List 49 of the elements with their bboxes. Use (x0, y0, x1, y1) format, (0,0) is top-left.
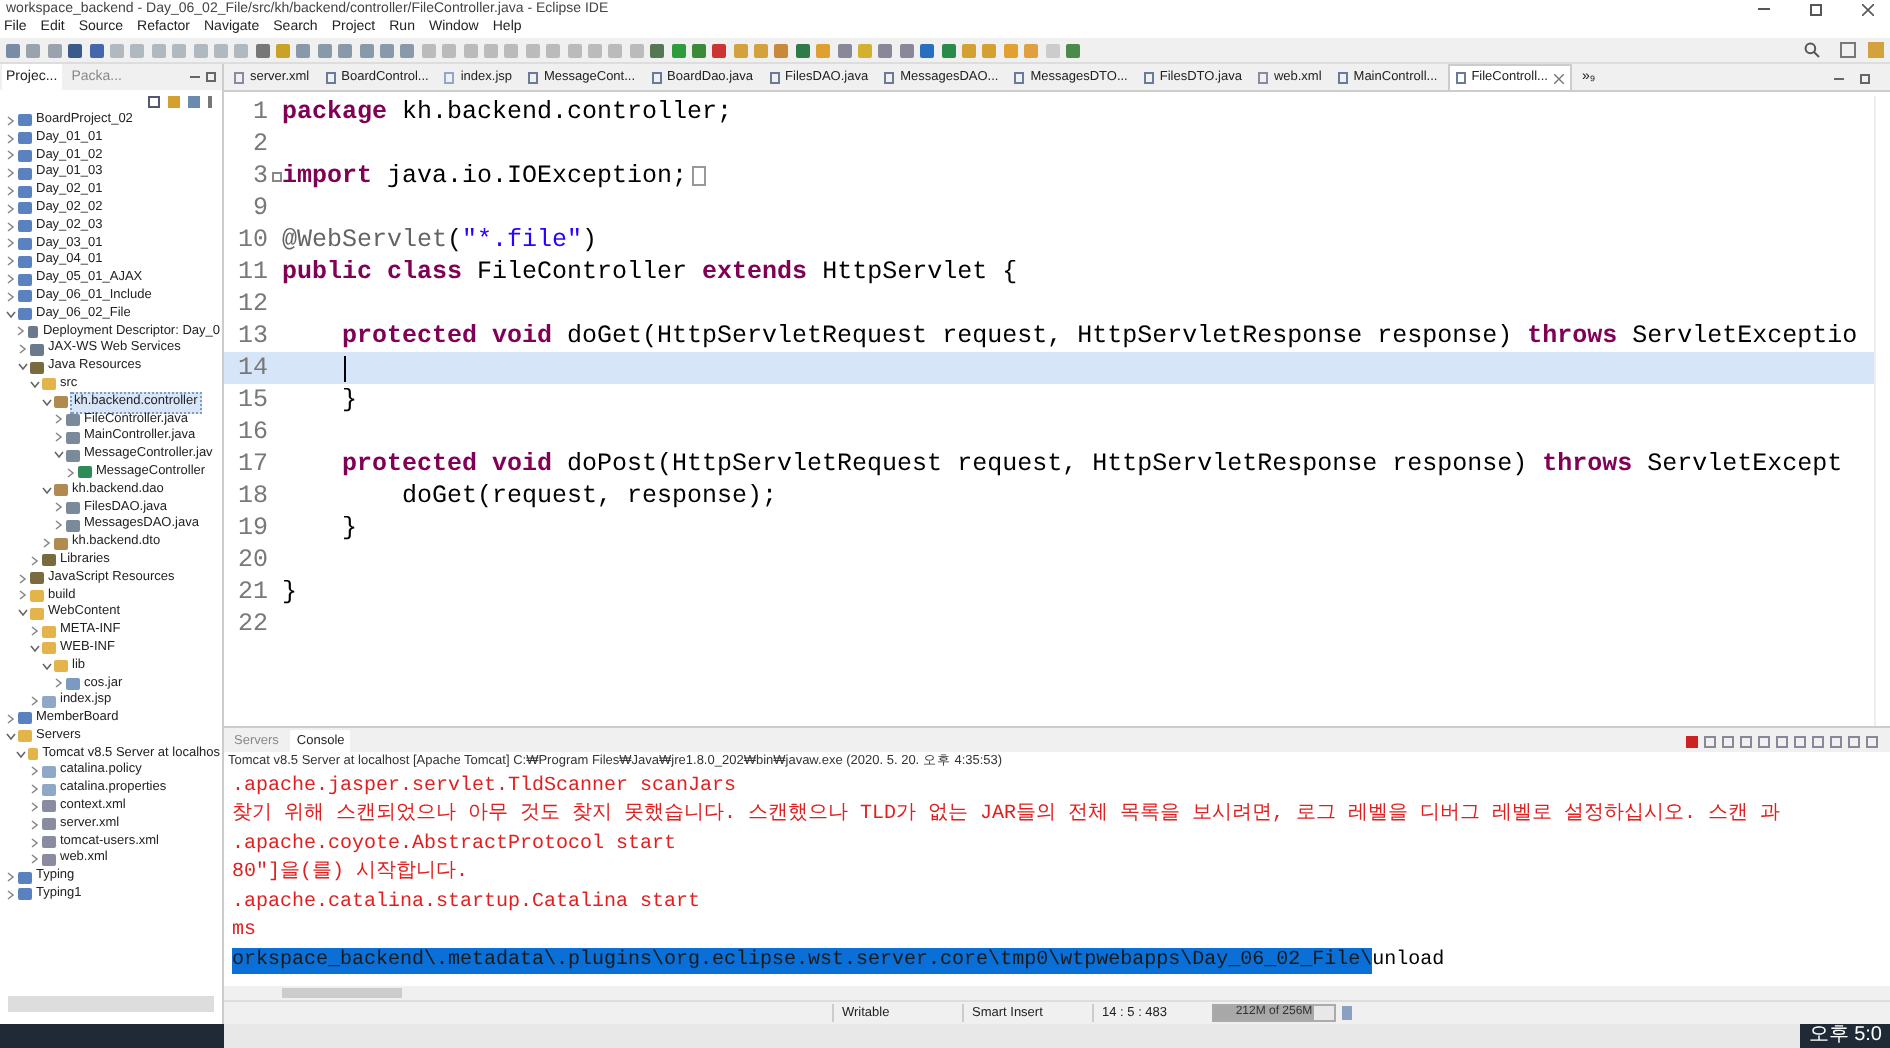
code-line: } (340, 384, 358, 416)
code-line: doGet(request, response); (400, 480, 778, 512)
line-number: 17 (235, 447, 270, 482)
line-number: 10 (235, 223, 270, 258)
line-number: 2 (250, 127, 270, 162)
line-number: 3 (250, 159, 270, 194)
perspective-icon[interactable] (1839, 42, 1856, 58)
code-line: @WebServlet("*.file") (282, 224, 598, 256)
text-cursor (344, 355, 346, 381)
code-line: } (340, 512, 358, 544)
line-number: 12 (235, 287, 270, 322)
line-number: 15 (235, 383, 270, 418)
folded-code-marker-icon[interactable] (691, 166, 706, 186)
search-icon[interactable] (1804, 42, 1821, 58)
maximize-icon[interactable] (206, 72, 216, 82)
line-number: 20 (235, 543, 270, 578)
code-line: package kh.backend.controller; (282, 96, 733, 128)
console-line: .apache.catalina.startup.Catalina start (232, 889, 701, 916)
code-line: } (282, 576, 298, 608)
code-line: import java.io.IOException; (282, 160, 688, 192)
horizontal-scrollbar[interactable] (224, 986, 1890, 1000)
console-line: .apache.coyote.AbstractProtocol start (232, 831, 677, 858)
line-number: 13 (235, 319, 270, 354)
maximize-icon[interactable] (1860, 74, 1870, 84)
maximize-icon[interactable] (1810, 3, 1822, 15)
line-number: 11 (235, 255, 270, 290)
console-line: 찾기 위해 스캔되었으나 아무 것도 찾지 못했습니다. 스캔했으나 TLD가 없는 JAR들의 전체 목록을 보시려면, 로그 레벨을 디버그 레벨로 설정하십시오. 스캔 과 (232, 802, 1781, 829)
line-number: 16 (235, 415, 270, 450)
code-line: protected void doGet(HttpServletRequest request, HttpServletResponse response) throws ServletExceptio (340, 320, 1858, 352)
line-number: 22 (235, 607, 270, 642)
taskbar-clock: 오후 5:0 (1800, 1024, 1890, 1048)
code-line: public class FileController extends HttpServlet { (282, 256, 1018, 288)
close-icon[interactable] (1553, 73, 1564, 83)
line-number: 1 (250, 95, 270, 130)
line-number: 21 (235, 575, 270, 610)
code-line: protected void doPost(HttpServletRequest request, HttpServletResponse response) throws ServletExcept (340, 448, 1843, 480)
line-number: 18 (235, 479, 270, 514)
console-line: unload (1372, 947, 1445, 974)
console-line: 80"]을(를) 시작합니다. (232, 860, 469, 887)
maximize-icon[interactable] (1866, 736, 1878, 748)
close-icon[interactable] (1862, 3, 1874, 15)
console-line: .apache.jasper.servlet.TldScanner scanJars (232, 773, 737, 800)
fold-icon[interactable] (271, 171, 281, 181)
line-number: 14 (235, 351, 270, 386)
horizontal-scrollbar[interactable] (8, 996, 214, 1012)
minimize-icon[interactable] (1848, 736, 1860, 748)
line-number: 19 (235, 511, 270, 546)
line-number: 9 (250, 191, 270, 226)
console-line: ms (232, 918, 257, 945)
